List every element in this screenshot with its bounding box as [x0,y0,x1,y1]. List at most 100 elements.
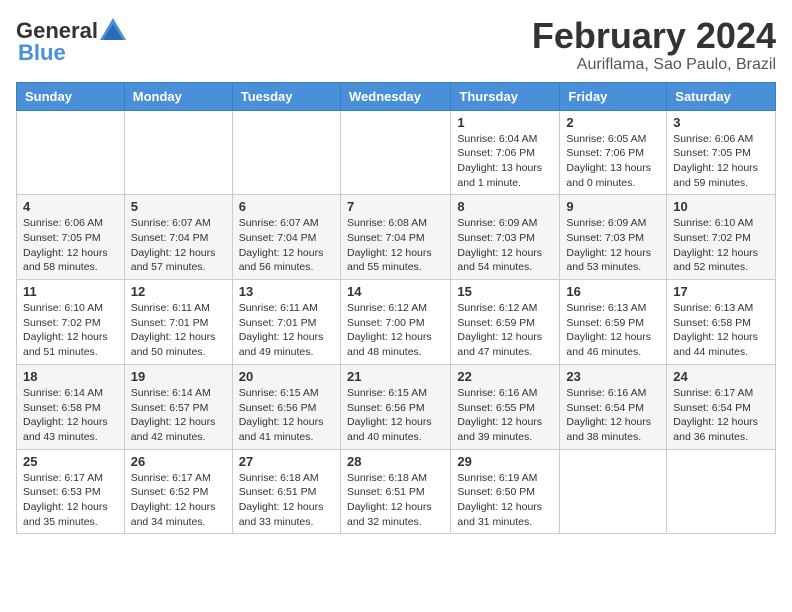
header-sunday: Sunday [17,82,125,110]
table-row: 14 Sunrise: 6:12 AM Sunset: 7:00 PM Dayli… [340,280,450,365]
table-row: 25 Sunrise: 6:17 AM Sunset: 6:53 PM Dayli… [17,449,125,534]
table-row: 23 Sunrise: 6:16 AM Sunset: 6:54 PM Dayli… [560,364,667,449]
day-number: 11 [23,284,118,299]
day-info: Sunrise: 6:04 AM Sunset: 7:06 PM Dayligh… [457,132,553,191]
calendar-title-block: February 2024 Auriflama, Sao Paulo, Braz… [532,16,776,74]
table-row [560,449,667,534]
calendar-header-row: Sunday Monday Tuesday Wednesday Thursday… [17,82,776,110]
header-tuesday: Tuesday [232,82,340,110]
table-row: 1 Sunrise: 6:04 AM Sunset: 7:06 PM Daylig… [451,110,560,195]
day-info: Sunrise: 6:13 AM Sunset: 6:58 PM Dayligh… [673,301,769,360]
day-number: 22 [457,369,553,384]
calendar-week-row: 18 Sunrise: 6:14 AM Sunset: 6:58 PM Dayli… [17,364,776,449]
day-number: 20 [239,369,334,384]
day-info: Sunrise: 6:15 AM Sunset: 6:56 PM Dayligh… [239,386,334,445]
day-number: 1 [457,115,553,130]
day-info: Sunrise: 6:10 AM Sunset: 7:02 PM Dayligh… [673,216,769,275]
day-info: Sunrise: 6:15 AM Sunset: 6:56 PM Dayligh… [347,386,444,445]
table-row: 3 Sunrise: 6:06 AM Sunset: 7:05 PM Daylig… [667,110,776,195]
day-number: 29 [457,454,553,469]
day-number: 14 [347,284,444,299]
day-info: Sunrise: 6:09 AM Sunset: 7:03 PM Dayligh… [566,216,660,275]
table-row: 4 Sunrise: 6:06 AM Sunset: 7:05 PM Daylig… [17,195,125,280]
day-info: Sunrise: 6:19 AM Sunset: 6:50 PM Dayligh… [457,471,553,530]
table-row: 29 Sunrise: 6:19 AM Sunset: 6:50 PM Dayli… [451,449,560,534]
table-row [340,110,450,195]
table-row: 20 Sunrise: 6:15 AM Sunset: 6:56 PM Dayli… [232,364,340,449]
day-info: Sunrise: 6:12 AM Sunset: 7:00 PM Dayligh… [347,301,444,360]
header-friday: Friday [560,82,667,110]
calendar-week-row: 4 Sunrise: 6:06 AM Sunset: 7:05 PM Daylig… [17,195,776,280]
table-row [124,110,232,195]
day-info: Sunrise: 6:10 AM Sunset: 7:02 PM Dayligh… [23,301,118,360]
day-number: 8 [457,199,553,214]
table-row: 17 Sunrise: 6:13 AM Sunset: 6:58 PM Dayli… [667,280,776,365]
day-info: Sunrise: 6:11 AM Sunset: 7:01 PM Dayligh… [239,301,334,360]
day-info: Sunrise: 6:06 AM Sunset: 7:05 PM Dayligh… [673,132,769,191]
day-info: Sunrise: 6:14 AM Sunset: 6:58 PM Dayligh… [23,386,118,445]
table-row: 12 Sunrise: 6:11 AM Sunset: 7:01 PM Dayli… [124,280,232,365]
day-number: 12 [131,284,226,299]
table-row: 16Sunrise: 6:13 AM Sunset: 6:59 PM Dayli… [560,280,667,365]
day-number: 28 [347,454,444,469]
day-info: Sunrise: 6:11 AM Sunset: 7:01 PM Dayligh… [131,301,226,360]
table-row: 6 Sunrise: 6:07 AM Sunset: 7:04 PM Daylig… [232,195,340,280]
day-number: 25 [23,454,118,469]
table-row [667,449,776,534]
day-info: Sunrise: 6:16 AM Sunset: 6:55 PM Dayligh… [457,386,553,445]
day-info: Sunrise: 6:12 AM Sunset: 6:59 PM Dayligh… [457,301,553,360]
day-number: 27 [239,454,334,469]
calendar-week-row: 1 Sunrise: 6:04 AM Sunset: 7:06 PM Daylig… [17,110,776,195]
day-number: 24 [673,369,769,384]
calendar-week-row: 25 Sunrise: 6:17 AM Sunset: 6:53 PM Dayli… [17,449,776,534]
day-info: Sunrise: 6:17 AM Sunset: 6:52 PM Dayligh… [131,471,226,530]
day-number: 18 [23,369,118,384]
day-info: Sunrise: 6:14 AM Sunset: 6:57 PM Dayligh… [131,386,226,445]
day-number: 5 [131,199,226,214]
calendar-title: February 2024 [532,16,776,56]
day-number: 10 [673,199,769,214]
table-row: 11 Sunrise: 6:10 AM Sunset: 7:02 PM Dayli… [17,280,125,365]
day-number: 23 [566,369,660,384]
header-wednesday: Wednesday [340,82,450,110]
table-row: 7 Sunrise: 6:08 AM Sunset: 7:04 PM Daylig… [340,195,450,280]
day-info: Sunrise: 6:17 AM Sunset: 6:53 PM Dayligh… [23,471,118,530]
table-row: 9 Sunrise: 6:09 AM Sunset: 7:03 PM Daylig… [560,195,667,280]
page-header: General Blue February 2024 Auriflama, Sa… [16,16,776,74]
header-monday: Monday [124,82,232,110]
day-number: 26 [131,454,226,469]
table-row: 19Sunrise: 6:14 AM Sunset: 6:57 PM Dayli… [124,364,232,449]
calendar-subtitle: Auriflama, Sao Paulo, Brazil [532,56,776,74]
table-row: 21 Sunrise: 6:15 AM Sunset: 6:56 PM Dayli… [340,364,450,449]
table-row [232,110,340,195]
table-row: 13 Sunrise: 6:11 AM Sunset: 7:01 PM Dayli… [232,280,340,365]
logo-icon [98,16,128,46]
table-row [17,110,125,195]
day-info: Sunrise: 6:06 AM Sunset: 7:05 PM Dayligh… [23,216,118,275]
table-row: 10 Sunrise: 6:10 AM Sunset: 7:02 PM Dayli… [667,195,776,280]
header-thursday: Thursday [451,82,560,110]
day-info: Sunrise: 6:07 AM Sunset: 7:04 PM Dayligh… [239,216,334,275]
day-info: Sunrise: 6:16 AM Sunset: 6:54 PM Dayligh… [566,386,660,445]
day-number: 15 [457,284,553,299]
header-saturday: Saturday [667,82,776,110]
day-info: Sunrise: 6:18 AM Sunset: 6:51 PM Dayligh… [347,471,444,530]
day-info: Sunrise: 6:07 AM Sunset: 7:04 PM Dayligh… [131,216,226,275]
day-number: 21 [347,369,444,384]
table-row: 27Sunrise: 6:18 AM Sunset: 6:51 PM Dayli… [232,449,340,534]
day-info: Sunrise: 6:08 AM Sunset: 7:04 PM Dayligh… [347,216,444,275]
table-row: 26 Sunrise: 6:17 AM Sunset: 6:52 PM Dayli… [124,449,232,534]
day-number: 9 [566,199,660,214]
day-number: 17 [673,284,769,299]
table-row: 8Sunrise: 6:09 AM Sunset: 7:03 PM Daylig… [451,195,560,280]
calendar-table: Sunday Monday Tuesday Wednesday Thursday… [16,82,776,535]
day-number: 2 [566,115,660,130]
day-number: 6 [239,199,334,214]
day-number: 3 [673,115,769,130]
day-number: 7 [347,199,444,214]
day-number: 4 [23,199,118,214]
table-row: 15 Sunrise: 6:12 AM Sunset: 6:59 PM Dayli… [451,280,560,365]
day-number: 13 [239,284,334,299]
day-info: Sunrise: 6:17 AM Sunset: 6:54 PM Dayligh… [673,386,769,445]
table-row: 28 Sunrise: 6:18 AM Sunset: 6:51 PM Dayli… [340,449,450,534]
